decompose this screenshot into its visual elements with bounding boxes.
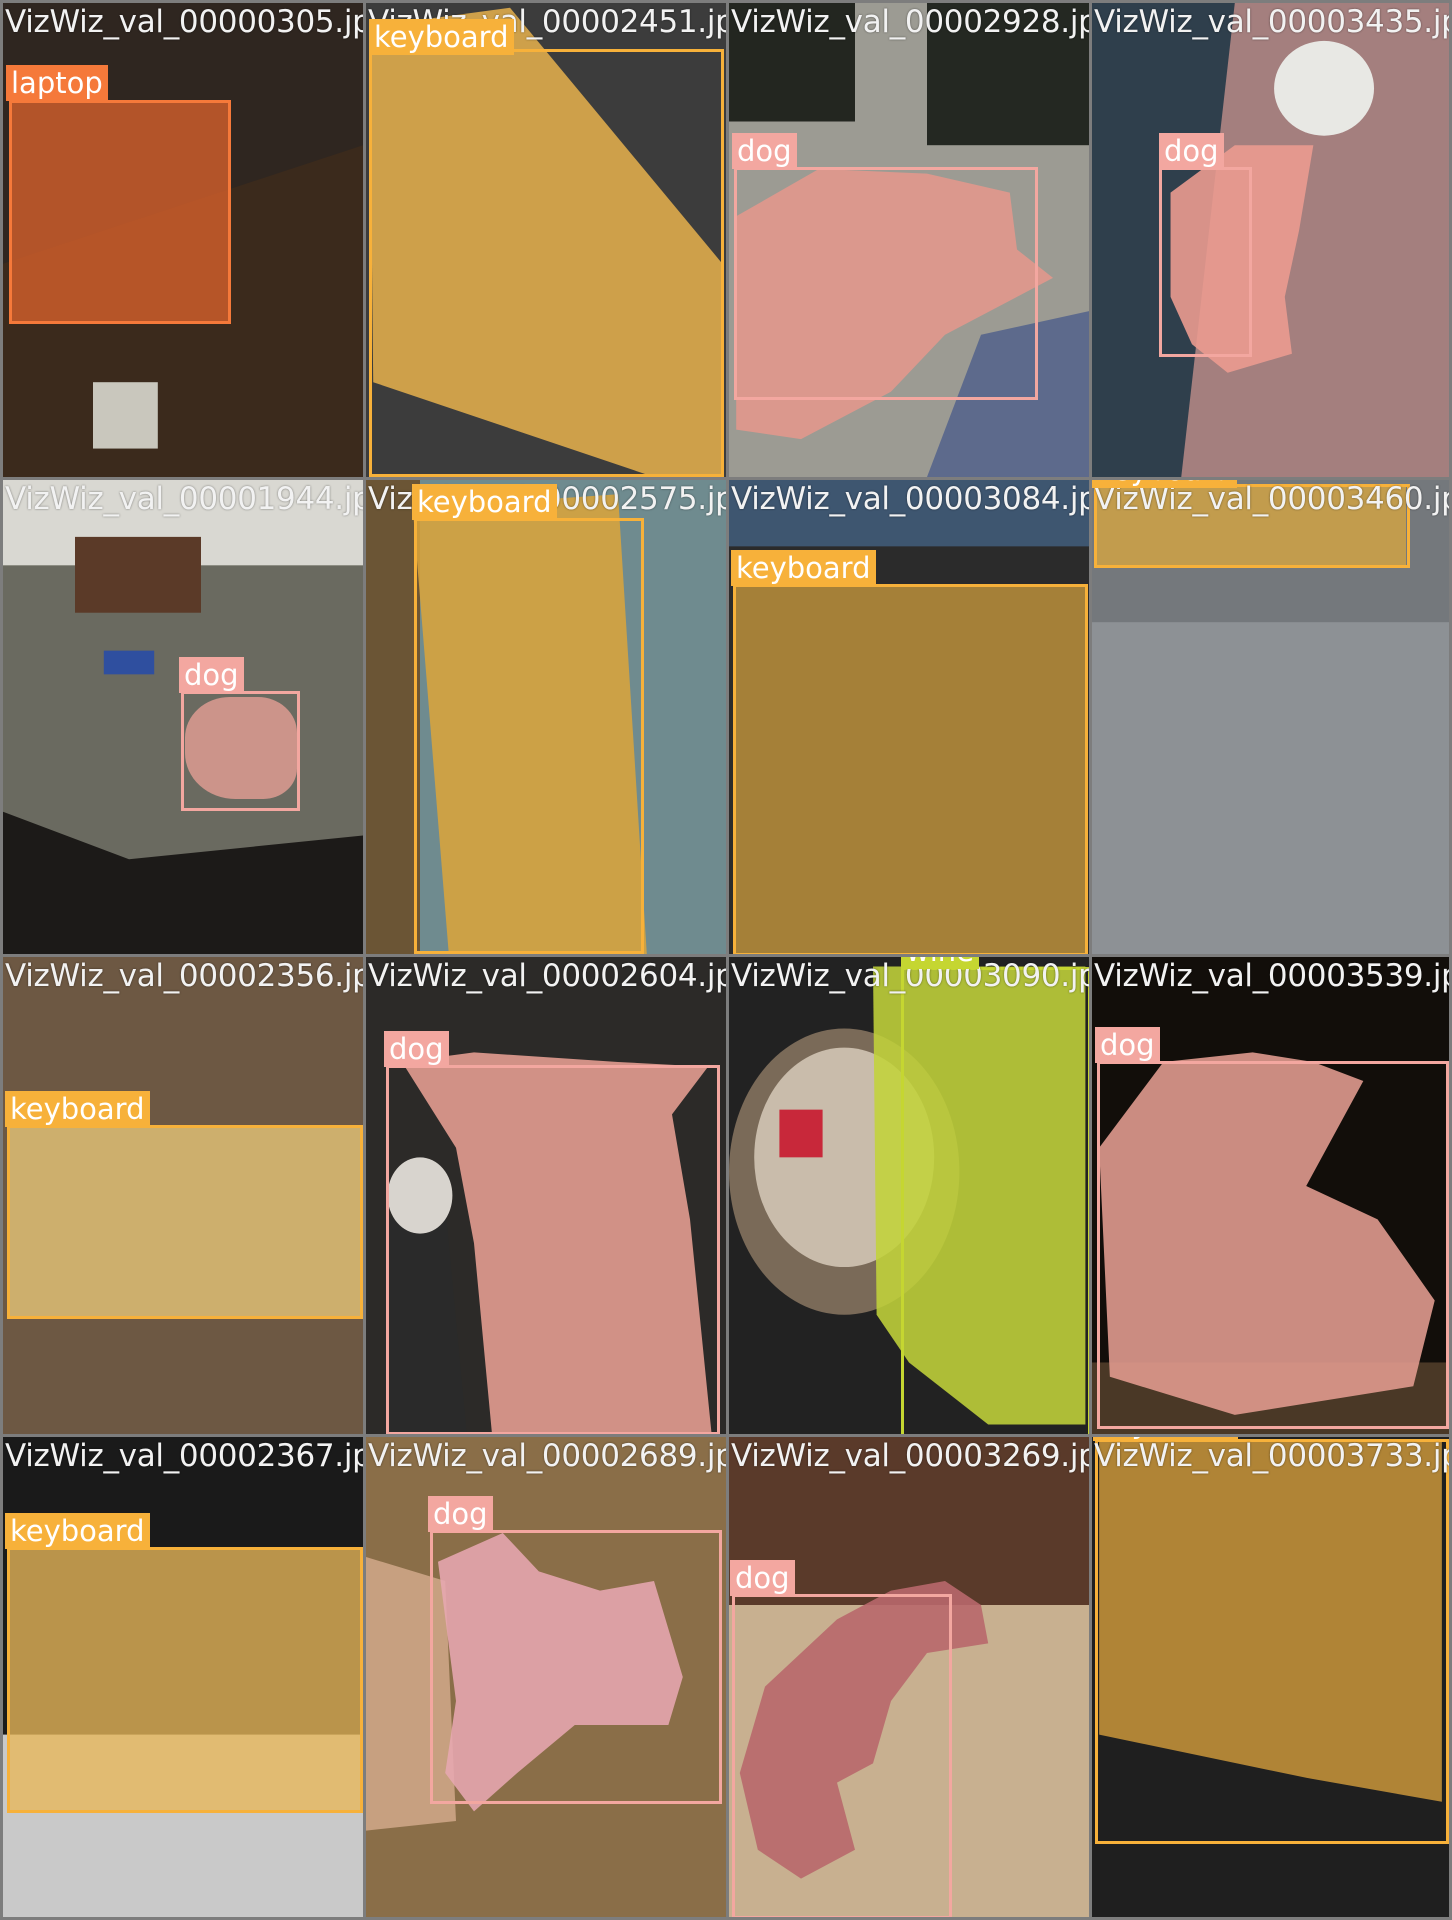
image-tile: keyboard VizWiz_val_00002367.jpg: [0, 1434, 366, 1920]
dog-label: dog: [1159, 133, 1224, 169]
dog-label: dog: [732, 133, 797, 169]
keyboard-bbox: [733, 584, 1088, 954]
laptop-bbox: [9, 100, 231, 324]
filename: VizWiz_val_00000305.jpg: [5, 4, 366, 40]
dog-bbox: [430, 1530, 722, 1804]
mosaic-grid: laptop VizWiz_val_00000305.jpg keyboard …: [0, 0, 1452, 1920]
image-tile: keyboard VizWiz_val_00003733.jpg: [1089, 1434, 1452, 1920]
filename: VizWiz_val_00003733.jpg: [1094, 1438, 1452, 1474]
dog-label: dog: [1095, 1027, 1160, 1063]
dog-bbox: [181, 691, 300, 811]
image-tile: laptop VizWiz_val_00000305.jpg: [0, 0, 366, 480]
dog-mask: [1170, 145, 1314, 373]
keyboard-label: keyboard: [369, 19, 514, 55]
filename: VizWiz_val_00003435.jpg: [1094, 4, 1452, 40]
keyboard-label: keyboard: [1093, 1437, 1238, 1441]
wine-bbox: [901, 967, 1089, 1434]
image-tile: dog VizWiz_val_00003269.jpg: [726, 1434, 1092, 1920]
filename: VizWiz_val_00003084.jpg: [731, 481, 1092, 517]
filename: VizWiz_val_00001944.jpg: [5, 481, 366, 517]
keyboard-bbox: [7, 1125, 363, 1319]
filename: VizWiz_val_00002604.jpg: [368, 958, 729, 994]
dog-label: dog: [179, 657, 244, 693]
filename: VizWiz_val_00003269.jpg: [731, 1438, 1092, 1474]
image-tile: keyboard VizWiz_val_00002451.jpg: [363, 0, 729, 480]
dog-bbox: [732, 1594, 952, 1917]
keyboard-label: keyboard: [731, 550, 876, 586]
filename: VizWiz_val_00002928.jpg: [731, 4, 1092, 40]
keyboard-bbox: [1095, 1439, 1449, 1844]
laptop-label: laptop: [6, 65, 108, 101]
image-tile: dog VizWiz_val_00001944.jpg: [0, 477, 366, 957]
keyboard-bbox: [369, 49, 724, 477]
keyboard-label: keyboard: [5, 1091, 150, 1127]
wine-label: wine: [901, 957, 979, 969]
filename: VizWiz_val_00002689.jpg: [368, 1438, 729, 1474]
filename: VizWiz_val_00003539.jpg: [1094, 958, 1452, 994]
image-tile: dog VizWiz_val_00002928.jpg: [726, 0, 1092, 480]
image-tile: dog VizWiz_val_00003435.jpg: [1089, 0, 1452, 480]
image-tile: dog VizWiz_val_00003539.jpg: [1089, 954, 1452, 1437]
dog-label: dog: [384, 1031, 449, 1067]
image-tile: keyboard VizWiz_val_00003460.jpg: [1089, 477, 1452, 957]
image-tile: keyboard VizWiz_val_00002575.jpg: [363, 477, 729, 957]
image-tile: wine VizWiz_val_00003090.jpg: [726, 954, 1092, 1437]
dog-label: dog: [730, 1560, 795, 1596]
image-tile: keyboard VizWiz_val_00002356.jpg: [0, 954, 366, 1437]
image-tile: keyboard VizWiz_val_00003084.jpg: [726, 477, 1092, 957]
filename: VizWiz_val_00002367.jpg: [5, 1438, 366, 1474]
dog-bbox: [386, 1065, 720, 1434]
keyboard-bbox: [7, 1547, 363, 1813]
dog-label: dog: [428, 1496, 493, 1532]
dog-bbox: [1159, 167, 1252, 357]
filename: VizWiz_val_00002356.jpg: [5, 958, 366, 994]
keyboard-label: keyboard: [1092, 480, 1237, 488]
dog-bbox: [734, 167, 1038, 400]
image-tile: dog VizWiz_val_00002604.jpg: [363, 954, 729, 1437]
keyboard-bbox: [414, 518, 644, 954]
keyboard-label: keyboard: [412, 484, 557, 520]
dog-bbox: [1097, 1061, 1449, 1429]
image-tile: dog VizWiz_val_00002689.jpg: [363, 1434, 729, 1920]
keyboard-label: keyboard: [5, 1513, 150, 1549]
